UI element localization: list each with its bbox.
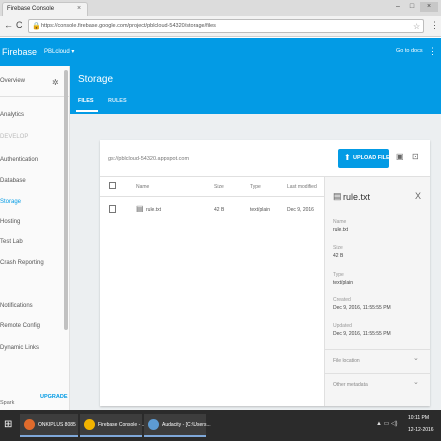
url-input[interactable]: 🔒 https://console.firebase.google.com/pr… (28, 19, 424, 33)
storage-header: Storage FILES RULES (70, 66, 441, 114)
taskbar-app-label: Audacity - [C:\Users... (162, 422, 211, 428)
detail-divider (325, 373, 431, 374)
sidebar-item-develop: DEVELOP (0, 134, 29, 140)
tab-files[interactable]: FILES (78, 98, 94, 104)
sidebar-item-crash-reporting[interactable]: Crash Reporting (0, 260, 44, 266)
lock-icon: 🔒 (32, 23, 41, 30)
type-label: Type (333, 272, 344, 278)
back-icon[interactable]: ← (4, 20, 13, 30)
sidebar-scrollbar[interactable] (64, 70, 68, 330)
audacity-icon (148, 419, 159, 430)
select-all-checkbox[interactable] (109, 182, 116, 189)
type-value: text/plain (333, 280, 354, 286)
app-icon (24, 419, 35, 430)
tab-rules[interactable]: RULES (108, 98, 127, 104)
system-tray-icons[interactable]: ▲ ▭ ◁) (376, 420, 398, 427)
close-icon[interactable]: X (415, 191, 421, 201)
size-label: Size (333, 245, 343, 251)
more-actions-icon[interactable]: ⊡ (412, 152, 419, 161)
file-location-label: File location (333, 358, 360, 364)
taskbar-app-2[interactable]: Firebase Console - ... (80, 414, 146, 437)
name-label: Name (333, 219, 347, 225)
clock-date: 12-12-2016 (408, 427, 434, 433)
header-divider (100, 196, 324, 197)
chevron-down-icon: ⌄ (413, 379, 419, 386)
detail-divider (325, 349, 431, 350)
window-close-button[interactable]: × (420, 2, 438, 12)
detail-file-icon: ▤ (333, 191, 342, 201)
taskbar-app-label: Firebase Console - ... (98, 422, 146, 428)
sidebar-item-dynamic-links[interactable]: Dynamic Links (0, 345, 39, 351)
other-metadata-label: Other metadata (333, 382, 368, 388)
address-bar: ← C 🔒 https://console.firebase.google.co… (0, 16, 441, 37)
clock-time: 10:11 PM (408, 415, 430, 421)
browser-tab[interactable]: Firebase Console × (2, 2, 88, 16)
tab-title: Firebase Console (7, 6, 55, 12)
sidebar: Overview ✲ Analytics DEVELOP Authenticatio… (0, 66, 70, 410)
created-value: Dec 9, 2016, 11:55:55 PM (333, 305, 391, 311)
row-name[interactable]: rule.txt (146, 207, 161, 213)
sidebar-item-overview[interactable]: Overview (0, 78, 25, 84)
detail-title: rule.txt (343, 192, 371, 202)
upload-icon: ⬆ (344, 153, 351, 162)
new-folder-icon[interactable]: ▣ (396, 152, 404, 161)
taskbar-app-label: ONKIPLUS 8085 (38, 422, 76, 428)
column-header-size[interactable]: Size (214, 184, 224, 190)
row-modified: Dec 9, 2016 (287, 207, 314, 213)
row-checkbox[interactable] (109, 205, 116, 213)
name-value: rule.txt (333, 227, 349, 233)
page-title: Storage (78, 74, 114, 85)
sidebar-item-storage[interactable]: Storage (0, 199, 21, 205)
row-size: 42 B (214, 207, 225, 213)
sidebar-item-authentication[interactable]: Authentication (0, 157, 38, 163)
sidebar-item-analytics[interactable]: Analytics (0, 112, 24, 118)
upload-file-label: UPLOAD FILE (353, 155, 390, 161)
reload-icon[interactable]: C (16, 20, 23, 30)
column-header-type[interactable]: Type (250, 184, 261, 190)
browser-tab-bar: Firebase Console × – □ × (0, 0, 441, 16)
bookmark-star-icon[interactable]: ☆ (413, 22, 420, 31)
tab-close-icon[interactable]: × (77, 5, 81, 12)
url-text: https://console.firebase.google.com/proj… (41, 23, 216, 29)
sidebar-item-test-lab[interactable]: Test Lab (0, 239, 23, 245)
size-value: 42 B (333, 253, 344, 259)
bucket-path: gs://pblcloud-54320.appspot.com (108, 156, 190, 162)
windows-taskbar: ⊞ ONKIPLUS 8085 Firebase Console - ... A… (0, 410, 441, 441)
sidebar-item-notifications[interactable]: Notifications (0, 303, 33, 309)
active-tab-indicator (76, 110, 98, 112)
chevron-down-icon: ⌄ (413, 355, 419, 362)
browser-menu-icon[interactable]: ⋮ (430, 20, 439, 31)
taskbar-app-1[interactable]: ONKIPLUS 8085 (20, 414, 78, 437)
settings-gear-icon[interactable]: ✲ (52, 78, 59, 87)
chrome-icon (84, 419, 95, 430)
plan-label: Spark (0, 400, 15, 406)
updated-value: Dec 9, 2016, 11:55:55 PM (333, 331, 391, 337)
start-icon[interactable]: ⊞ (4, 419, 12, 430)
sidebar-item-remote-config[interactable]: Remote Config (0, 323, 40, 329)
firebase-top-bar: Firebase PBLcloud ▾ Go to docs ⋮ (0, 38, 441, 66)
firebase-title[interactable]: Firebase (2, 47, 37, 57)
go-to-docs-link[interactable]: Go to docs (396, 48, 423, 54)
column-header-name[interactable]: Name (136, 184, 149, 190)
sidebar-divider (0, 96, 69, 97)
sidebar-item-database[interactable]: Database (0, 178, 26, 184)
file-detail-panel: ▤ rule.txt X Name rule.txt Size 42 B Typ… (324, 177, 431, 406)
upgrade-button[interactable]: UPGRADE (40, 394, 68, 400)
window-minimize-button[interactable]: – (392, 2, 404, 12)
more-options-icon[interactable]: ⋮ (428, 46, 437, 57)
row-type: text/plain (250, 207, 271, 213)
project-selector[interactable]: PBLcloud ▾ (44, 48, 74, 55)
created-label: Created (333, 297, 351, 303)
sidebar-item-hosting[interactable]: Hosting (0, 219, 20, 225)
storage-card: gs://pblcloud-54320.appspot.com ⬆ UPLOAD… (100, 140, 431, 406)
column-header-modified[interactable]: Last modified (287, 184, 317, 190)
updated-label: Updated (333, 323, 352, 329)
window-maximize-button[interactable]: □ (406, 2, 418, 12)
file-icon: ▤ (136, 204, 144, 213)
taskbar-app-3[interactable]: Audacity - [C:\Users... (144, 414, 211, 437)
upload-file-button[interactable]: ⬆ UPLOAD FILE (338, 149, 390, 168)
